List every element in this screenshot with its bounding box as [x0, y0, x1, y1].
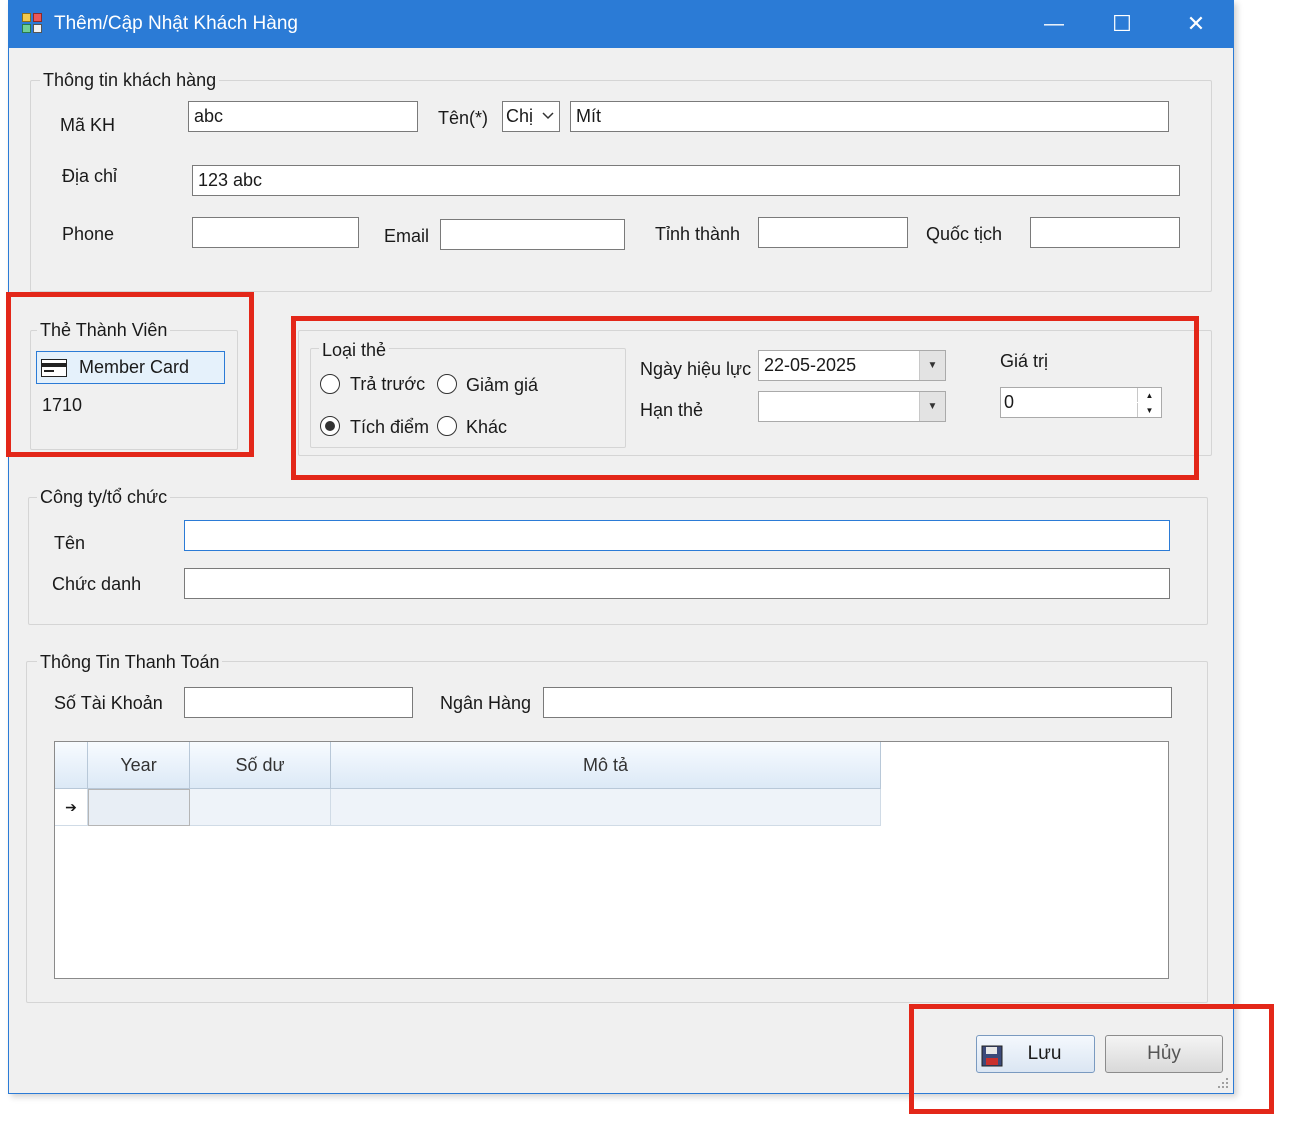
grid-cell-mo-ta[interactable]	[331, 789, 881, 826]
highlight-box-card-details	[291, 316, 1199, 480]
quoc-tich-label: Quốc tịch	[926, 224, 1003, 244]
ngan-hang-input[interactable]	[543, 687, 1172, 718]
company-ten-input[interactable]	[184, 520, 1170, 551]
email-input[interactable]	[440, 219, 625, 250]
grid-header-so-du[interactable]: Số dư	[190, 742, 331, 789]
window-title: Thêm/Cập Nhật Khách Hàng	[54, 13, 298, 34]
title-bar[interactable]: Thêm/Cập Nhật Khách Hàng — ☐ ✕	[8, 0, 1234, 48]
payment-grid[interactable]: Year Số dư Mô tả ➔	[54, 741, 1169, 979]
chuc-danh-input[interactable]	[184, 568, 1170, 599]
highlight-box-member-card	[6, 292, 254, 457]
chevron-down-icon	[542, 112, 554, 120]
phone-input[interactable]	[192, 217, 359, 248]
quoc-tich-input[interactable]	[1030, 217, 1180, 248]
email-label: Email	[384, 226, 430, 246]
grid-header-year[interactable]: Year	[88, 742, 190, 789]
chuc-danh-label: Chức danh	[52, 574, 142, 594]
close-button[interactable]: ✕	[1168, 0, 1224, 48]
app-icon	[22, 13, 44, 35]
highlight-box-action-buttons	[909, 1004, 1274, 1114]
so-tai-khoan-input[interactable]	[184, 687, 413, 718]
payment-legend: Thông Tin Thanh Toán	[37, 652, 223, 673]
so-tai-khoan-label: Số Tài Khoản	[54, 693, 163, 713]
customer-info-legend: Thông tin khách hàng	[40, 70, 220, 91]
ten-label: Tên(*)	[438, 108, 489, 128]
grid-corner-header	[55, 742, 88, 789]
grid-header-mo-ta[interactable]: Mô tả	[331, 742, 881, 789]
tinh-thanh-input[interactable]	[758, 217, 908, 248]
phone-label: Phone	[62, 224, 115, 244]
company-ten-label: Tên	[54, 533, 86, 553]
grid-cell-year[interactable]	[88, 789, 190, 826]
dia-chi-label: Địa chỉ	[62, 166, 118, 186]
ma-kh-label: Mã KH	[60, 115, 116, 135]
salutation-value: Chị	[506, 106, 534, 126]
tinh-thanh-label: Tỉnh thành	[655, 224, 741, 244]
maximize-button[interactable]: ☐	[1094, 0, 1150, 48]
ma-kh-input[interactable]: abc	[188, 101, 418, 132]
company-legend: Công ty/tổ chức	[37, 487, 171, 508]
grid-cell-so-du[interactable]	[190, 789, 331, 826]
ten-input[interactable]: Mít	[570, 101, 1169, 132]
row-indicator-icon: ➔	[55, 789, 88, 826]
ngan-hang-label: Ngân Hàng	[440, 693, 532, 713]
company-group	[28, 497, 1208, 625]
salutation-select[interactable]: Chị	[502, 101, 560, 132]
minimize-button[interactable]: —	[1026, 0, 1082, 48]
dia-chi-input[interactable]: 123 abc	[192, 165, 1180, 196]
